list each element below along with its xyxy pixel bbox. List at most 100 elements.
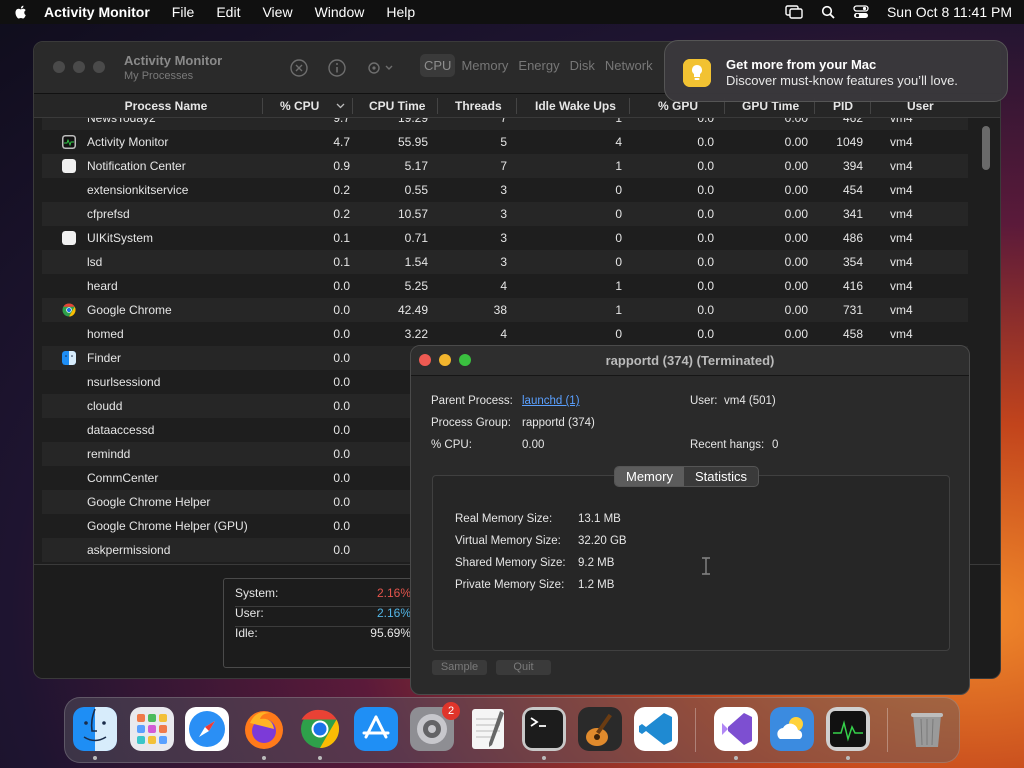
pid-cell: 416 (842, 279, 863, 293)
app-store-icon[interactable] (354, 707, 398, 751)
help-menu[interactable]: Help (386, 4, 415, 20)
inspector-title-bar: rapportd (374) (Terminated) (411, 346, 969, 376)
cpu-cell: 0.2 (333, 183, 350, 197)
pid-cell: 454 (842, 183, 863, 197)
chrome-icon[interactable] (298, 707, 342, 751)
process-name-cell: Notification Center (87, 159, 186, 173)
user-cell: vm4 (890, 118, 913, 125)
launchpad-icon[interactable] (130, 707, 174, 751)
garageband-icon[interactable] (578, 707, 622, 751)
tab-statistics-inspector[interactable]: Statistics (684, 467, 758, 486)
trash-icon[interactable] (905, 707, 949, 751)
gpu-time-cell: 0.00 (784, 207, 808, 221)
tips-lightbulb-icon (683, 59, 711, 87)
finder-icon[interactable] (73, 707, 117, 751)
user-cell: vm4 (890, 303, 913, 317)
table-row[interactable]: UIKitSystem 0.1 0.71 3 0 0.0 0.00 486 vm4 (42, 226, 968, 250)
inspector-title: rapportd (374) (Terminated) (605, 353, 775, 368)
window-controls (53, 61, 105, 73)
process-name-cell: nsurlsessiond (87, 375, 161, 389)
file-menu[interactable]: File (172, 4, 195, 20)
table-row[interactable]: cfprefsd 0.2 10.57 3 0 0.0 0.00 341 vm4 (42, 202, 968, 226)
table-row[interactable]: Notification Center 0.9 5.17 7 1 0.0 0.00 394 vm… (42, 154, 968, 178)
table-row[interactable]: lsd 0.1 1.54 3 0 0.0 0.00 354 vm4 (42, 250, 968, 274)
parent-process-label: Parent Process: (431, 395, 513, 407)
cpu-time-cell: 10.57 (397, 207, 428, 221)
gpu-time-cell: 0.00 (784, 159, 808, 173)
window-menu[interactable]: Window (315, 4, 365, 20)
activity-monitor-icon[interactable] (826, 707, 870, 751)
gpu-cell: 0.0 (697, 207, 714, 221)
pid-cell: 354 (842, 255, 863, 269)
tab-energy[interactable]: Energy (514, 54, 563, 77)
notification-title: Get more from your Mac (726, 57, 877, 72)
cpu-cell: 0.0 (333, 495, 350, 509)
table-row[interactable]: Activity Monitor 4.7 55.95 5 4 0.0 0.00 1049 vm4 (42, 130, 968, 154)
terminal-icon[interactable] (522, 707, 566, 751)
pid-cell: 341 (842, 207, 863, 221)
process-group-value: rapportd (374) (522, 417, 595, 429)
table-row[interactable]: extensionkitservice 0.2 0.55 3 0 0.0 0.00 454 vm… (42, 178, 968, 202)
minimize-button[interactable] (73, 61, 85, 73)
cpu-cell: 0.2 (333, 207, 350, 221)
table-row[interactable]: Google Chrome 0.0 42.49 38 1 0.0 0.00 731 vm4 (42, 298, 968, 322)
close-button[interactable] (53, 61, 65, 73)
view-menu[interactable]: View (262, 4, 292, 20)
table-row[interactable]: homed 0.0 3.22 4 0 0.0 0.00 458 vm4 (42, 322, 968, 346)
info-icon[interactable] (327, 58, 347, 78)
textedit-icon[interactable] (466, 707, 510, 751)
col-cpu[interactable]: % CPU (280, 99, 319, 113)
threads-cell: 3 (500, 255, 507, 269)
weather-icon[interactable] (770, 707, 814, 751)
threads-cell: 7 (500, 159, 507, 173)
visual-studio-icon[interactable] (714, 707, 758, 751)
cpu-time-cell: 1.54 (404, 255, 428, 269)
menu-clock[interactable]: Sun Oct 8 11:41 PM (887, 4, 1012, 20)
system-label: System: (235, 586, 279, 600)
system-settings-icon[interactable]: 2 (410, 702, 460, 751)
apple-menu-icon[interactable] (12, 3, 30, 21)
tab-cpu[interactable]: CPU (420, 54, 456, 77)
settings-badge: 2 (442, 702, 460, 720)
quit-button[interactable]: Quit (496, 660, 551, 675)
process-name-cell: homed (87, 327, 124, 341)
col-idle-wake-ups[interactable]: Idle Wake Ups (535, 99, 616, 113)
user-cell: vm4 (890, 135, 913, 149)
vscode-icon[interactable] (634, 707, 678, 751)
tab-network[interactable]: Network (601, 54, 657, 77)
spotlight-search-icon[interactable] (821, 5, 835, 19)
user-cell: vm4 (890, 159, 913, 173)
edit-menu[interactable]: Edit (216, 4, 240, 20)
table-row[interactable]: heard 0.0 5.25 4 1 0.0 0.00 416 vm4 (42, 274, 968, 298)
threads-cell: 3 (500, 207, 507, 221)
pid-cell: 394 (842, 159, 863, 173)
stop-process-icon[interactable] (289, 58, 309, 78)
col-process-name[interactable]: Process Name (116, 99, 216, 113)
control-center-icon[interactable] (853, 5, 869, 19)
sample-button[interactable]: Sample (432, 660, 487, 675)
parent-process-link[interactable]: launchd (1) (522, 395, 580, 407)
cpu-time-cell: 0.71 (404, 231, 428, 245)
tab-memory-inspector[interactable]: Memory (615, 467, 684, 486)
cpu-cell: 0.0 (333, 423, 350, 437)
col-cpu-time[interactable]: CPU Time (369, 99, 425, 113)
screen-mirroring-icon[interactable] (785, 5, 803, 19)
table-row[interactable]: NewsToday2 9.7 19.29 7 1 0.0 0.00 462 vm4 (42, 118, 968, 130)
idle-wake-ups-cell: 0 (615, 183, 622, 197)
app-name-menu[interactable]: Activity Monitor (44, 4, 150, 20)
tab-memory[interactable]: Memory (457, 54, 512, 77)
col-threads[interactable]: Threads (455, 99, 502, 113)
tab-disk[interactable]: Disk (566, 54, 599, 77)
cpu-cell: 0.0 (333, 399, 350, 413)
cpu-load-box: System: 2.16% User: 2.16% Idle: 95.69% (223, 578, 423, 668)
gpu-cell: 0.0 (697, 183, 714, 197)
cpu-time-cell: 42.49 (397, 303, 428, 317)
cpu-time-cell: 5.17 (404, 159, 428, 173)
firefox-icon[interactable] (242, 707, 286, 751)
zoom-button[interactable] (93, 61, 105, 73)
safari-icon[interactable] (185, 707, 229, 751)
notification-banner[interactable]: Get more from your Mac Discover must-kno… (664, 40, 1008, 102)
action-menu-icon[interactable] (365, 58, 399, 78)
cpu-cell: 9.7 (333, 118, 350, 125)
table-scrollbar[interactable] (982, 126, 990, 170)
